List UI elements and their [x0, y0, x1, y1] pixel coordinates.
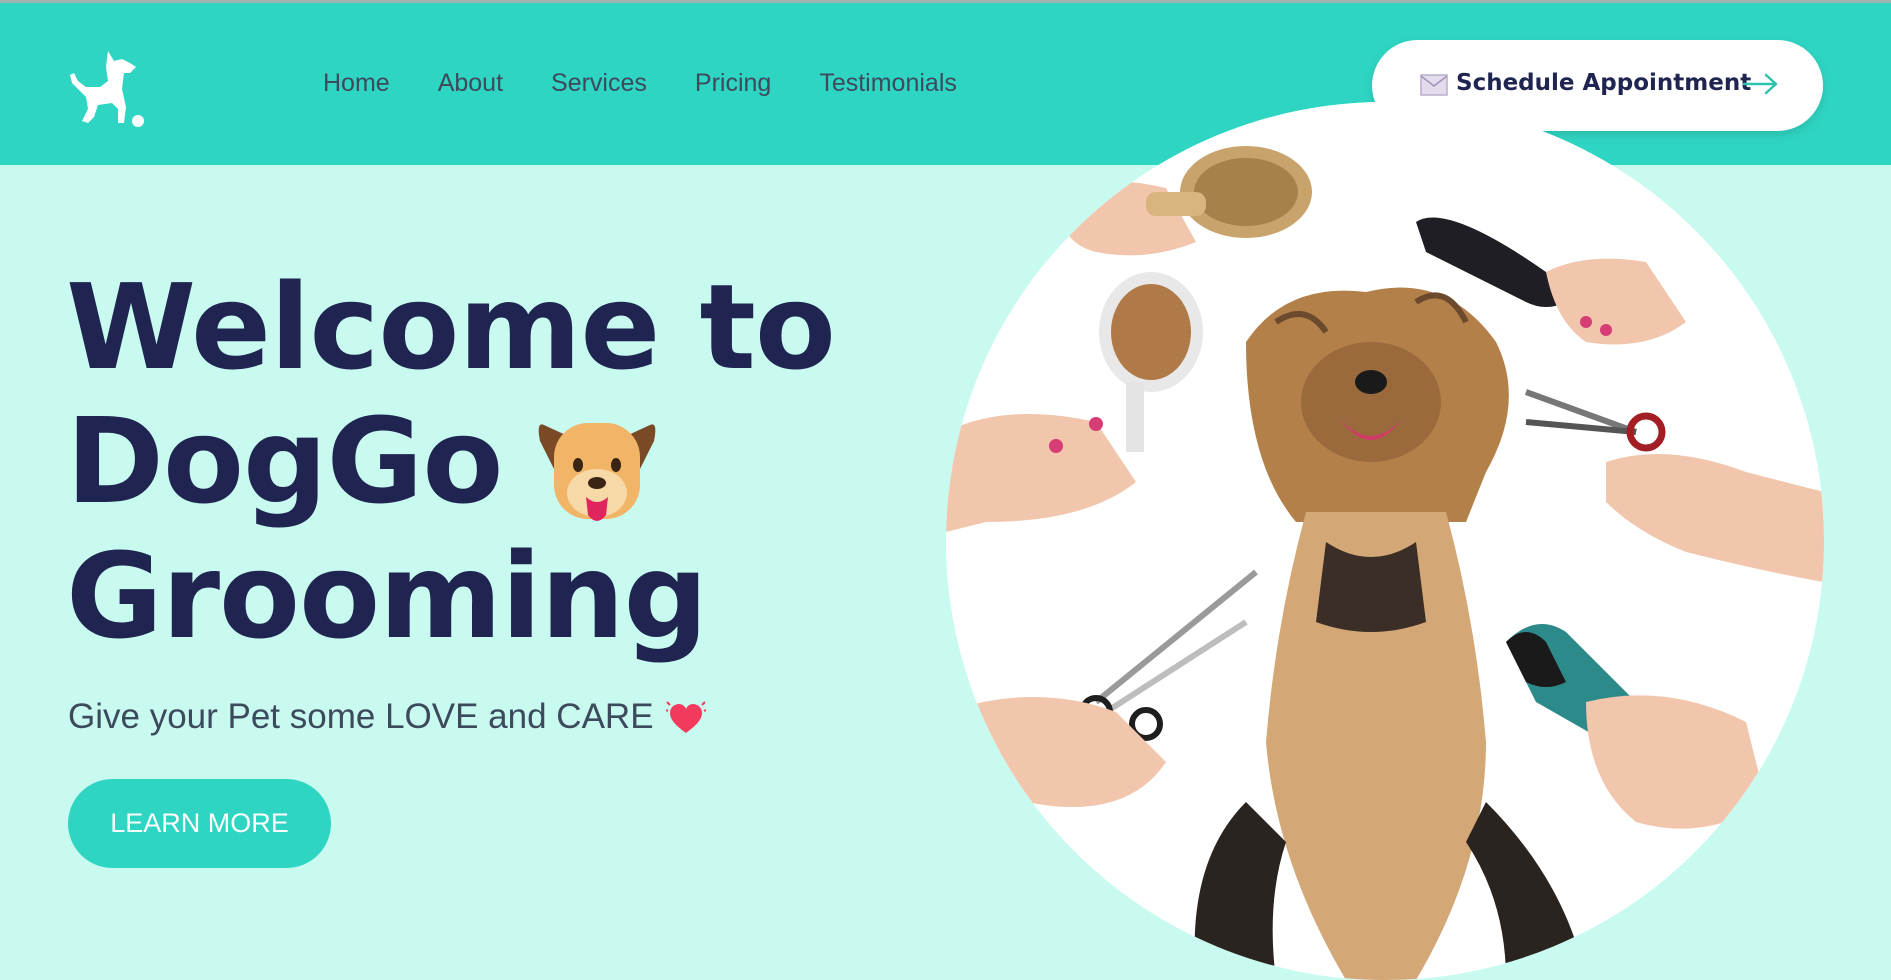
main-nav: Home About Services Pricing Testimonials	[323, 69, 957, 98]
arrow-right-icon	[1742, 73, 1778, 95]
nav-home[interactable]: Home	[323, 69, 390, 98]
hero-tagline-text: Give your Pet some LOVE and CARE	[68, 697, 654, 736]
heart-icon	[665, 701, 706, 733]
nav-about[interactable]: About	[438, 69, 503, 98]
dog-grooming-photo	[946, 102, 1824, 980]
hero-title-line-1: Welcome to	[66, 258, 836, 396]
hero-title: Welcome to DogGo Grooming	[66, 258, 836, 665]
hero-title-brand: DogGo	[66, 392, 503, 530]
nav-pricing[interactable]: Pricing	[695, 69, 771, 98]
mail-icon	[1420, 74, 1448, 96]
hero-title-line-3: Grooming	[66, 526, 708, 665]
dog-face-icon	[539, 422, 656, 521]
schedule-appointment-label: Schedule Appointment	[1456, 70, 1752, 96]
site-header: Home About Services Pricing Testimonials…	[0, 3, 1891, 165]
dog-grooming-illustration	[946, 102, 1824, 980]
nav-testimonials[interactable]: Testimonials	[819, 69, 957, 98]
nav-services[interactable]: Services	[551, 69, 647, 98]
hero-title-line-2: DogGo	[66, 394, 826, 529]
hero-tagline: Give your Pet some LOVE and CARE	[68, 697, 706, 737]
learn-more-button[interactable]: LEARN MORE	[68, 779, 331, 868]
dog-logo-icon[interactable]	[64, 47, 146, 129]
